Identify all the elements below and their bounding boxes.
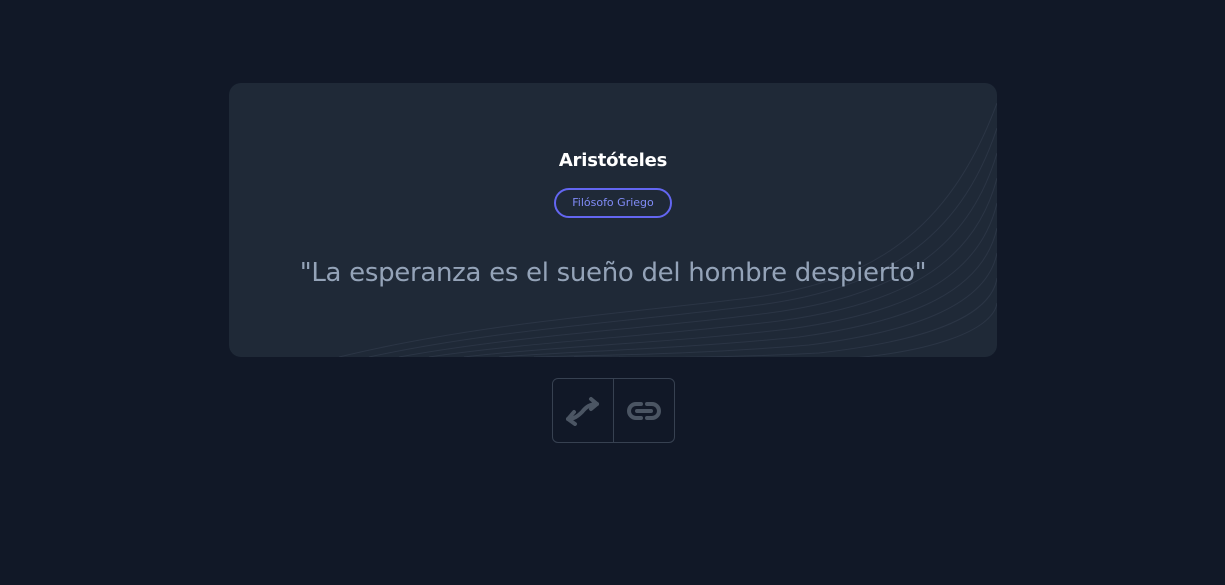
link-icon — [627, 401, 661, 420]
author-category-badge: Filósofo Griego — [554, 188, 672, 218]
author-name: Aristóteles — [558, 150, 668, 171]
copy-link-button[interactable] — [613, 379, 674, 442]
quote-actions — [552, 378, 675, 443]
decorative-waves — [338, 102, 997, 357]
new-quote-button[interactable] — [553, 379, 613, 442]
shuffle-arrows-icon — [566, 396, 599, 426]
quote-text: "La esperanza es el sueño del hombre des… — [299, 258, 927, 288]
quote-card: Aristóteles Filósofo Griego "La esperanz… — [229, 83, 997, 357]
